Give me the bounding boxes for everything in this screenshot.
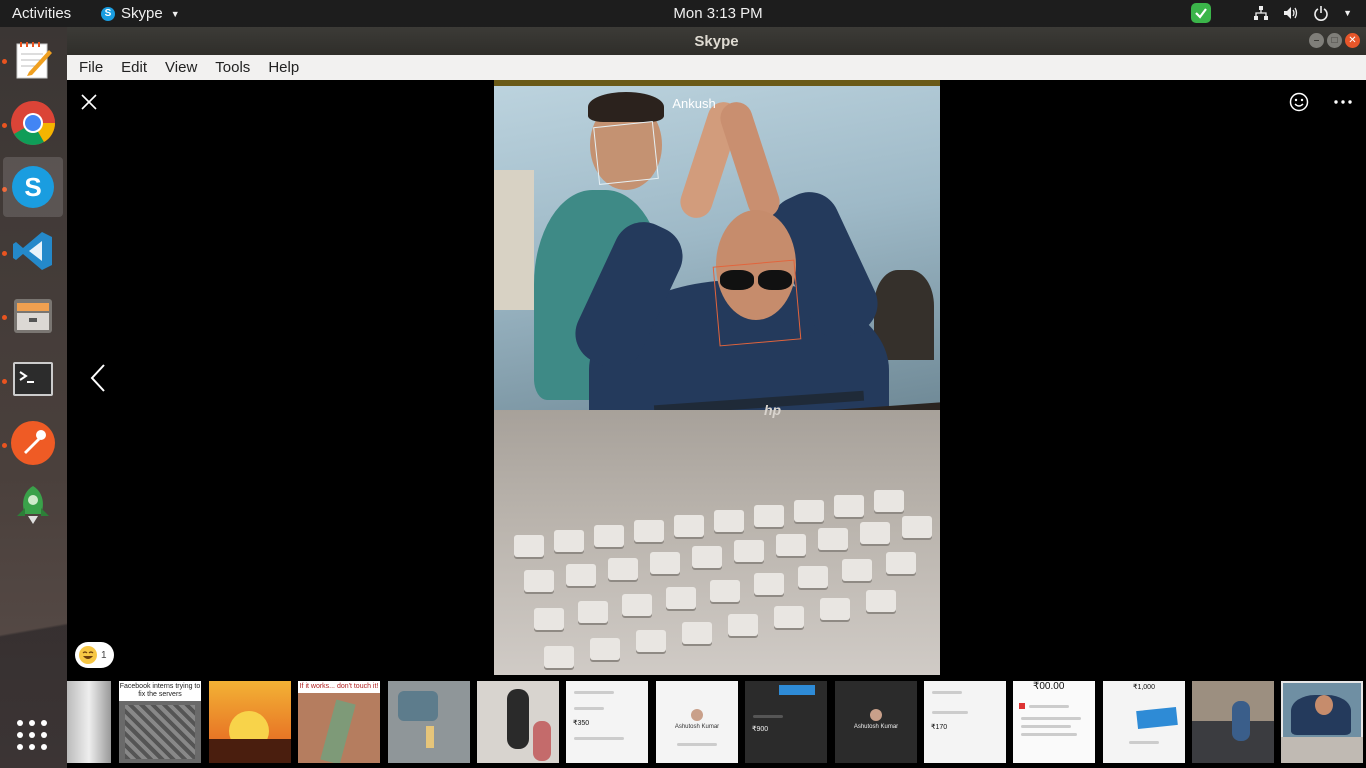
reaction-badge[interactable]: 1 [75,642,114,668]
menu-help[interactable]: Help [262,59,305,76]
dock-text-editor[interactable] [3,30,63,90]
maximize-button[interactable]: □ [1327,33,1342,48]
thumbnail[interactable]: ₹1,000 [1103,681,1185,763]
rocket-app-icon [17,486,49,524]
thumbnail[interactable]: If it works... don't touch it! [298,681,380,763]
window-titlebar[interactable]: Skype – □ ✕ [67,27,1366,55]
menu-bar: File Edit View Tools Help [67,55,1366,81]
terminal-icon [13,362,53,396]
main-photo: hp [494,80,940,675]
react-emoji-icon[interactable] [1289,92,1309,112]
vscode-icon [13,232,52,270]
thumbnail[interactable] [477,681,559,763]
dock-other-app[interactable] [3,477,63,537]
dock-skype[interactable]: S [3,157,63,217]
close-window-button[interactable]: ✕ [1345,33,1360,48]
file-manager-icon [14,299,52,333]
dock-file-manager[interactable] [3,285,63,345]
thumbnail[interactable]: Facebook interns trying to fix the serve… [119,681,201,763]
window-title: Skype [694,33,739,50]
more-options-icon[interactable] [1333,92,1353,112]
dock-chrome[interactable] [3,93,63,153]
menu-file[interactable]: File [73,59,109,76]
previous-image-icon[interactable] [89,363,109,393]
volume-icon[interactable] [1283,5,1299,21]
reaction-count: 1 [101,649,107,661]
thumbnail-strip: Facebook interns trying to fix the serve… [67,680,1366,764]
system-menu-caret-icon[interactable]: ▼ [1343,8,1352,18]
minimize-button[interactable]: – [1309,33,1324,48]
clock[interactable]: Mon 3:13 PM [0,5,1366,22]
power-icon[interactable] [1313,5,1329,21]
postman-icon [11,421,55,465]
network-icon[interactable] [1253,5,1269,21]
system-tray[interactable]: ▼ [1191,3,1352,23]
dock-postman[interactable] [3,413,63,473]
show-applications-icon[interactable] [17,720,47,750]
dock-terminal[interactable] [3,349,63,409]
menu-tools[interactable]: Tools [209,59,256,76]
thumbnail-selected[interactable] [1281,681,1363,763]
thumbnail[interactable] [209,681,291,763]
laughing-emoji-icon [79,646,97,664]
thumbnail[interactable]: ₹900 [745,681,827,763]
sender-name: Ankush [672,96,716,111]
menu-view[interactable]: View [159,59,203,76]
thumbnail[interactable]: Ashutosh Kumar [656,681,738,763]
close-viewer-icon[interactable] [79,92,99,112]
update-check-icon[interactable] [1191,3,1212,23]
thumbnail[interactable]: ₹00.00 [1013,681,1095,763]
chrome-icon [11,101,55,145]
dock: S [0,27,67,768]
image-viewer: hp Ankush 1 Facebook interns trying to f… [67,80,1366,768]
top-bar: Activities S Skype ▼ Mon 3:13 PM ▼ [0,0,1366,27]
thumbnail[interactable] [67,681,111,763]
svg-text:S: S [24,172,41,202]
skype-icon: S [12,166,54,208]
thumbnail[interactable]: Ashutosh Kumar [835,681,917,763]
thumbnail[interactable]: ₹170 [924,681,1006,763]
thumbnail[interactable]: ₹350 [566,681,648,763]
laptop-logo: hp [764,402,782,418]
thumbnail[interactable] [388,681,470,763]
text-editor-icon [16,42,52,79]
dock-vscode[interactable] [3,221,63,281]
menu-edit[interactable]: Edit [115,59,153,76]
thumbnail[interactable] [1192,681,1274,763]
